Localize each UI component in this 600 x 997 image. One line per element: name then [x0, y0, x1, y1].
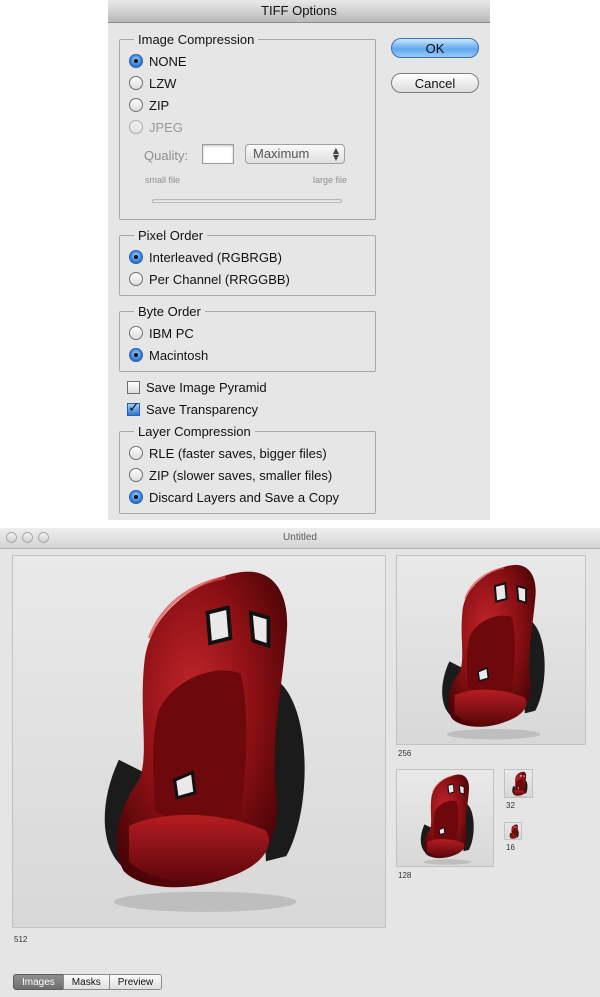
thumbnail-128-label: 128: [398, 871, 412, 880]
byte-order-legend: Byte Order: [138, 304, 201, 319]
thumbnail-16-label: 16: [506, 843, 515, 852]
thumbnail-256-label: 256: [398, 749, 412, 758]
byte-order-ibm-pc-label: IBM PC: [149, 325, 194, 341]
tab-preview[interactable]: Preview: [108, 974, 163, 990]
stepper-arrows-icon: ▲ ▼: [332, 146, 339, 162]
image-compression-legend: Image Compression: [138, 32, 255, 47]
minimize-window-icon[interactable]: [22, 532, 33, 543]
save-transparency-checkbox[interactable]: Save Transparency: [127, 399, 258, 419]
tab-masks[interactable]: Masks: [62, 974, 110, 990]
quality-input: [202, 144, 234, 164]
window-titlebar: Untitled: [0, 528, 600, 549]
checkbox-checked-icon: [127, 400, 140, 416]
pixel-order-per-channel-radio[interactable]: Per Channel (RRGGBB): [129, 269, 290, 289]
large-file-label: large file: [313, 175, 348, 185]
radio-selected-icon: [129, 490, 143, 504]
checkbox-icon: [127, 380, 140, 394]
save-image-pyramid-checkbox[interactable]: Save Image Pyramid: [127, 377, 267, 397]
thumbnail-128[interactable]: [396, 769, 494, 867]
layer-compression-rle-label: RLE (faster saves, bigger files): [149, 445, 327, 461]
radio-disabled-icon: [129, 120, 143, 134]
pixel-order-legend: Pixel Order: [138, 228, 204, 243]
zoom-window-icon[interactable]: [38, 532, 49, 543]
save-image-pyramid-label: Save Image Pyramid: [146, 379, 267, 395]
thumbnail-32[interactable]: [504, 769, 533, 798]
layer-compression-legend: Layer Compression: [138, 424, 251, 439]
compression-zip-label: ZIP: [149, 97, 170, 113]
window-title: Untitled: [283, 532, 317, 543]
pixel-order-interleaved-radio[interactable]: Interleaved (RGBRGB): [129, 247, 282, 267]
quality-preset-value: Maximum: [253, 146, 310, 161]
layer-compression-discard-label: Discard Layers and Save a Copy: [149, 489, 340, 505]
quality-preset-select: Maximum ▲ ▼: [245, 144, 345, 164]
thumbnail-512-label: 512: [14, 935, 28, 944]
thumbnail-256[interactable]: [396, 555, 586, 745]
compression-none-radio[interactable]: NONE: [129, 51, 187, 71]
layer-compression-rle-radio[interactable]: RLE (faster saves, bigger files): [129, 443, 327, 463]
thumbnail-512[interactable]: [12, 555, 386, 928]
pixel-order-per-channel-label: Per Channel (RRGGBB): [149, 271, 290, 287]
byte-order-ibm-pc-radio[interactable]: IBM PC: [129, 323, 194, 343]
ok-button[interactable]: OK: [391, 38, 479, 58]
small-file-label: small file: [145, 175, 181, 185]
compression-none-label: NONE: [149, 53, 187, 69]
compression-lzw-radio[interactable]: LZW: [129, 73, 176, 93]
pixel-order-interleaved-label: Interleaved (RGBRGB): [149, 249, 282, 265]
radio-icon: [129, 326, 143, 340]
save-transparency-label: Save Transparency: [146, 401, 259, 417]
thumbnail-32-label: 32: [506, 801, 515, 810]
radio-icon: [129, 272, 143, 286]
compression-zip-radio[interactable]: ZIP: [129, 95, 169, 115]
racing-seat-image-icon: [441, 563, 546, 741]
close-window-icon[interactable]: [6, 532, 17, 543]
radio-icon: [129, 446, 143, 460]
layer-compression-zip-radio[interactable]: ZIP (slower saves, smaller files): [129, 465, 332, 485]
racing-seat-image-icon: [509, 824, 519, 839]
tab-images[interactable]: Images: [13, 974, 64, 990]
radio-selected-icon: [129, 54, 143, 68]
racing-seat-image-icon: [13, 556, 386, 928]
racing-seat-image-icon: [420, 773, 475, 866]
view-tabs: Images Masks Preview: [13, 974, 163, 990]
byte-order-macintosh-label: Macintosh: [149, 347, 209, 363]
preview-window: Untitled 512 256 128 32 16 Images Masks …: [0, 528, 600, 997]
racing-seat-image-icon: [512, 771, 528, 797]
radio-selected-icon: [129, 250, 143, 264]
quality-label: Quality:: [144, 148, 189, 163]
radio-icon: [129, 468, 143, 482]
compression-lzw-label: LZW: [149, 75, 177, 91]
dialog-title: TIFF Options: [108, 0, 490, 23]
layer-compression-zip-label: ZIP (slower saves, smaller files): [149, 467, 333, 483]
compression-jpeg-radio: JPEG: [129, 117, 183, 137]
compression-jpeg-label: JPEG: [149, 119, 183, 135]
quality-slider: [152, 199, 342, 203]
thumbnail-16[interactable]: [504, 822, 522, 840]
radio-selected-icon: [129, 348, 143, 362]
cancel-button[interactable]: Cancel: [391, 73, 479, 93]
radio-icon: [129, 98, 143, 112]
layer-compression-discard-radio[interactable]: Discard Layers and Save a Copy: [129, 487, 339, 507]
byte-order-macintosh-radio[interactable]: Macintosh: [129, 345, 208, 365]
tiff-options-dialog: TIFF Options Image Compression NONE LZW …: [108, 0, 490, 520]
radio-icon: [129, 76, 143, 90]
